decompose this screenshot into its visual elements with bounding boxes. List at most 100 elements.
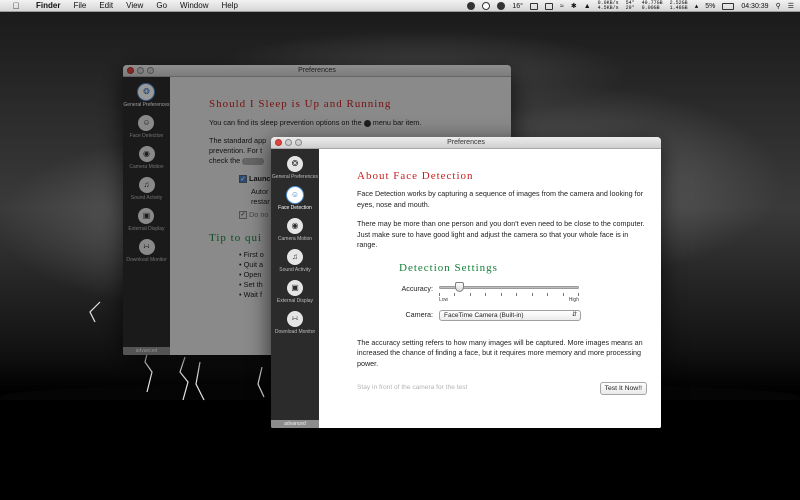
volume-icon[interactable]: ▴ [695, 2, 699, 10]
swirl-icon: ❂ [286, 156, 303, 172]
display-icon[interactable] [529, 2, 538, 10]
page-title: About Face Detection [357, 170, 474, 182]
rss-icon: ∺ [138, 239, 155, 255]
sidebar-item-general[interactable]: ❂ General Preferences [123, 84, 170, 108]
checkbox-checked[interactable]: ✓ [239, 175, 247, 183]
sidebar-item-label: Face Detection [129, 133, 164, 139]
sidebar-item-display[interactable]: ▣ External Display [128, 208, 165, 232]
close-button[interactable] [127, 67, 134, 74]
sidebar-item-label: Camera Motion [277, 236, 313, 242]
para2-line3-text: check the [209, 156, 241, 165]
titlebar[interactable]: Preferences [123, 65, 511, 77]
target-icon[interactable] [497, 2, 506, 10]
advanced-button[interactable]: advanced [271, 420, 319, 428]
menu-edit[interactable]: Edit [99, 1, 113, 10]
accuracy-slider[interactable]: Low High [439, 279, 579, 303]
network-stats[interactable]: 0.0KB/s 4.5KB/s [598, 1, 619, 11]
minimize-button[interactable] [285, 139, 292, 146]
camera-icon: ◉ [138, 146, 155, 162]
bluetooth-icon[interactable]: ✱ [571, 2, 577, 10]
monitor-icon[interactable] [544, 2, 553, 10]
menu-window[interactable]: Window [180, 1, 208, 10]
slider-ticks [439, 292, 579, 296]
intro-text-end: menu bar item. [372, 118, 422, 127]
menu-go[interactable]: Go [156, 1, 167, 10]
search-icon[interactable]: ⚲ [776, 2, 781, 10]
window-controls [275, 139, 302, 146]
menu-help[interactable]: Help [221, 1, 237, 10]
zoom-button[interactable] [147, 67, 154, 74]
monitor-icon: ▣ [286, 280, 303, 296]
sidebar-item-face[interactable]: ☺ Face Detection [129, 115, 164, 139]
rss-icon: ∺ [287, 311, 303, 327]
menubar-item-icon [363, 119, 371, 127]
battery-percent[interactable]: 5% [705, 3, 715, 10]
sidebar-item-sound[interactable]: ♫ Sound Activity [279, 249, 311, 273]
memory-stats[interactable]: 2.52GB 1.48GB [670, 1, 688, 11]
apple-icon[interactable]:  [10, 0, 22, 12]
menubar-clock[interactable]: 04:30:39 [741, 3, 768, 10]
window-controls [127, 67, 154, 74]
content-panel: About Face Detection Face Detection work… [319, 149, 661, 428]
sidebar-item-camera[interactable]: ◉ Camera Motion [278, 218, 312, 242]
battery-icon[interactable] [722, 2, 735, 10]
record-icon[interactable] [467, 2, 476, 10]
wifi-icon[interactable]: ≈ [560, 3, 564, 10]
cpu-temp-2: 29° [625, 5, 635, 11]
cpu-temps[interactable]: 54° 29° [626, 1, 635, 11]
camera-icon: ◉ [287, 218, 303, 234]
close-button[interactable] [275, 139, 282, 146]
accuracy-label: Accuracy: [401, 284, 433, 294]
sidebar-item-download[interactable]: ∺ Download Monitor [275, 311, 315, 335]
tip-text: Set th [243, 280, 263, 289]
microphone-icon: ♫ [138, 177, 155, 193]
accuracy-note: The accuracy setting refers to how many … [357, 337, 643, 368]
sidebar: ❂ General Preferences ☺ Face Detection ◉ Ca… [123, 77, 170, 355]
sidebar-item-face[interactable]: ☺ Face Detection [278, 187, 312, 211]
checkbox-checked[interactable]: ✓ [239, 211, 247, 219]
slider-high-label: High [568, 296, 579, 303]
sidebar-item-sound[interactable]: ♫ Sound Activity [131, 177, 162, 201]
intro-line: You can find its sleep prevention option… [209, 118, 511, 128]
weather-temp[interactable]: 16° [512, 3, 523, 10]
zoom-button[interactable] [295, 139, 302, 146]
camera-select[interactable]: FaceTime Camera (Built-in) ⇵ [439, 309, 581, 321]
inline-badge [242, 157, 265, 165]
test-it-now-button[interactable]: Test It Now!! [599, 382, 647, 395]
minimize-button[interactable] [137, 67, 144, 74]
disk-2: 0.00GB [641, 5, 660, 11]
sidebar-item-general[interactable]: ❂ General Preferences [272, 156, 318, 180]
menu-file[interactable]: File [73, 1, 86, 10]
description-paragraph-2: There may be more than one person and yo… [357, 219, 645, 249]
tip-text: Open [243, 270, 262, 279]
camera-label: Camera: [405, 309, 433, 319]
slider-low-label: Low [439, 296, 449, 303]
sidebar-item-display[interactable]: ▣ External Display [277, 280, 313, 304]
sleep-icon[interactable] [482, 2, 491, 10]
mem-2: 1.48GB [669, 5, 688, 11]
sidebar: ❂ General Preferences ☺ Face Detection ◉ Ca… [271, 149, 319, 428]
checkbox-label: Do no [249, 210, 269, 219]
sidebar-item-download[interactable]: ∺ Download Monitor [126, 239, 167, 263]
page-title: Should I Sleep is Up and Running [209, 98, 392, 110]
sidebar-item-label: Sound Activity [279, 267, 311, 273]
sidebar-item-camera[interactable]: ◉ Camera Motion [129, 146, 164, 170]
window-title: Preferences [447, 139, 485, 146]
menu-view[interactable]: View [126, 1, 143, 10]
sidebar-item-label: Face Detection [278, 205, 312, 211]
advanced-button[interactable]: advanced [123, 347, 170, 355]
slider-knob[interactable] [454, 281, 464, 292]
list-icon[interactable]: ☰ [788, 2, 794, 10]
checkbox-label: Launc [249, 174, 271, 183]
titlebar[interactable]: Preferences [271, 137, 661, 149]
menu-bar:  Finder File Edit View Go Window Help 1… [0, 0, 800, 12]
menu-app-name[interactable]: Finder [36, 1, 60, 10]
monitor-icon: ▣ [138, 208, 155, 224]
test-row: Stay in front of the camera for the test… [357, 382, 647, 395]
window-title: Preferences [298, 67, 336, 74]
airplay-icon[interactable]: ▲ [584, 3, 591, 10]
sidebar-item-label: Download Monitor [126, 257, 167, 263]
sidebar-item-label: General Preferences [123, 102, 170, 108]
disk-stats[interactable]: 49.77GB 0.00GB [642, 1, 663, 11]
description-paragraph: Face Detection works by capturing a sequ… [357, 189, 644, 209]
